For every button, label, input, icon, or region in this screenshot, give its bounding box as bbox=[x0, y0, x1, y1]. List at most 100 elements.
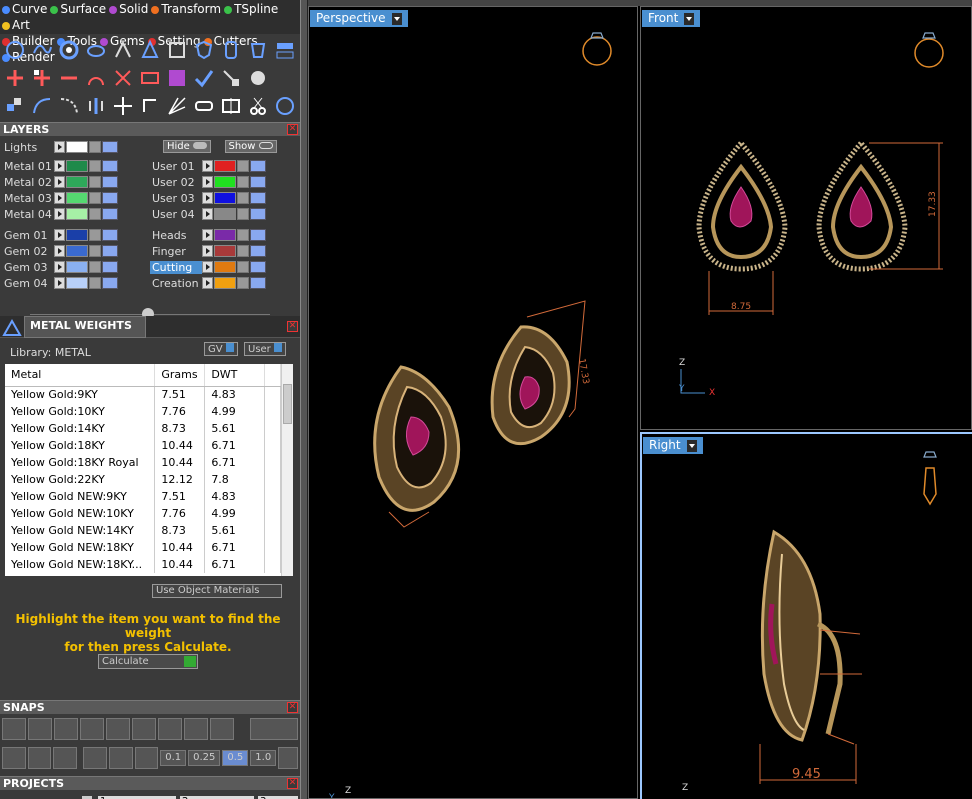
layer-row-gem-04[interactable]: Gem 04 bbox=[2, 275, 119, 291]
layer-row-gem-03[interactable]: Gem 03 bbox=[2, 259, 119, 275]
layer-row-creation[interactable]: Creation bbox=[150, 275, 267, 291]
menu-curve[interactable]: Curve bbox=[2, 1, 47, 17]
lock-icon[interactable] bbox=[237, 192, 249, 204]
lock-icon[interactable] bbox=[89, 277, 101, 289]
arrow-icon[interactable] bbox=[202, 229, 213, 241]
column-header-grams[interactable]: Grams bbox=[154, 364, 206, 387]
table-row[interactable]: Yellow Gold NEW:18KY... 10.44 6.71 bbox=[5, 556, 281, 573]
sphere-tool-icon[interactable] bbox=[245, 65, 271, 91]
arrow-icon[interactable] bbox=[54, 192, 65, 204]
visibility-icon[interactable] bbox=[250, 208, 266, 220]
lock-icon[interactable] bbox=[237, 245, 249, 257]
layer-color-swatch[interactable] bbox=[66, 245, 88, 257]
insert-point-icon[interactable] bbox=[29, 65, 55, 91]
layer-color-swatch[interactable] bbox=[66, 192, 88, 204]
layer-row-gem-01[interactable]: Gem 01 bbox=[2, 227, 119, 243]
layer-row-user-03[interactable]: User 03 bbox=[150, 190, 267, 206]
add-point-icon[interactable] bbox=[2, 65, 28, 91]
axis-icon[interactable] bbox=[134, 747, 159, 769]
scroll-thumb[interactable] bbox=[283, 384, 292, 424]
move-tool-icon[interactable] bbox=[110, 93, 136, 119]
join-tool-icon[interactable] bbox=[137, 65, 163, 91]
frame-tool-icon[interactable] bbox=[164, 37, 190, 63]
rotate-tool-icon[interactable] bbox=[137, 93, 163, 119]
shield-tool-icon[interactable] bbox=[191, 37, 217, 63]
layer-color-swatch[interactable] bbox=[214, 229, 236, 241]
arrow-icon[interactable] bbox=[54, 160, 65, 172]
layer-row-metal-01[interactable]: Metal 01 bbox=[2, 158, 119, 174]
visibility-icon[interactable] bbox=[250, 176, 266, 188]
snap-end-icon[interactable] bbox=[210, 718, 234, 740]
delete-point-icon[interactable] bbox=[56, 65, 82, 91]
menu-solid[interactable]: Solid bbox=[109, 1, 148, 17]
perspective-viewport[interactable]: Perspective 17.33 Z Y bbox=[308, 6, 638, 799]
table-row[interactable]: Yellow Gold NEW:14KY 8.73 5.61 bbox=[5, 522, 281, 539]
layer-color-swatch[interactable] bbox=[66, 277, 88, 289]
right-viewport[interactable]: Right 9.45 Z bbox=[640, 432, 972, 799]
tube-tool-icon[interactable] bbox=[245, 37, 271, 63]
layer-row-user-04[interactable]: User 04 bbox=[150, 206, 267, 222]
visibility-icon[interactable] bbox=[250, 229, 266, 241]
layer-color-swatch[interactable] bbox=[214, 160, 236, 172]
arrow-icon[interactable] bbox=[54, 208, 65, 220]
grid-dots-icon[interactable] bbox=[83, 747, 107, 769]
snap-grid-toggle[interactable] bbox=[278, 747, 298, 769]
layer-row-user-01[interactable]: User 01 bbox=[150, 158, 267, 174]
arrow-icon[interactable] bbox=[202, 208, 213, 220]
layer-row-finger[interactable]: Finger bbox=[150, 243, 267, 259]
layer-row-lights[interactable]: Lights bbox=[2, 139, 119, 155]
hide-button[interactable]: Hide bbox=[163, 140, 211, 153]
visibility-icon[interactable] bbox=[250, 245, 266, 257]
column-header-metal[interactable]: Metal bbox=[5, 364, 156, 387]
table-row[interactable]: Yellow Gold:9KY 7.51 4.83 bbox=[5, 386, 281, 403]
lock-icon[interactable] bbox=[237, 176, 249, 188]
mirror-tool-icon[interactable] bbox=[83, 93, 109, 119]
visibility-icon[interactable] bbox=[102, 277, 118, 289]
visibility-icon[interactable] bbox=[250, 261, 266, 273]
curve-tool-icon[interactable] bbox=[29, 93, 55, 119]
layer-color-swatch[interactable] bbox=[214, 245, 236, 257]
table-row[interactable]: Yellow Gold NEW:10KY 7.76 4.99 bbox=[5, 505, 281, 522]
layer-color-swatch[interactable] bbox=[214, 261, 236, 273]
arc-tool-icon[interactable] bbox=[83, 65, 109, 91]
snap-value-0-25[interactable]: 0.25 bbox=[188, 750, 221, 766]
layer-color-swatch[interactable] bbox=[214, 208, 236, 220]
layer-row-cutting[interactable]: Cutting bbox=[150, 259, 267, 275]
snap-point-icon[interactable] bbox=[80, 718, 104, 740]
menu-tspline[interactable]: TSpline bbox=[224, 1, 278, 17]
freeform-tool-icon[interactable] bbox=[29, 37, 55, 63]
use-object-materials-button[interactable]: Use Object Materials bbox=[152, 584, 282, 598]
cutter-tool-icon[interactable] bbox=[164, 65, 190, 91]
close-icon[interactable]: ✕ bbox=[287, 778, 298, 789]
layer-row-metal-02[interactable]: Metal 02 bbox=[2, 174, 119, 190]
link-tool-icon[interactable] bbox=[191, 93, 217, 119]
trim-tool-icon[interactable] bbox=[110, 65, 136, 91]
front-viewport[interactable]: Front 17.33 8.75 Z Y X bbox=[640, 6, 972, 430]
menu-transform[interactable]: Transform bbox=[151, 1, 221, 17]
lights-swatch[interactable] bbox=[66, 141, 88, 153]
layer-color-swatch[interactable] bbox=[66, 229, 88, 241]
lock-icon[interactable] bbox=[237, 208, 249, 220]
profile-tool-icon[interactable] bbox=[110, 37, 136, 63]
lock-icon[interactable] bbox=[237, 261, 249, 273]
arrow-icon[interactable] bbox=[54, 141, 65, 153]
lock-icon[interactable] bbox=[89, 176, 101, 188]
close-icon[interactable]: ✕ bbox=[287, 124, 298, 135]
plane-icon[interactable] bbox=[108, 747, 133, 769]
lock-icon[interactable] bbox=[89, 208, 101, 220]
arrow-icon[interactable] bbox=[202, 261, 213, 273]
show-button[interactable]: Show bbox=[224, 140, 277, 153]
lock-icon[interactable] bbox=[89, 261, 101, 273]
arrow-icon[interactable] bbox=[202, 245, 213, 257]
ring-outline-icon[interactable] bbox=[272, 93, 298, 119]
snap-curve-icon[interactable] bbox=[28, 718, 52, 740]
layer-row-metal-03[interactable]: Metal 03 bbox=[2, 190, 119, 206]
toggle-tool-icon[interactable] bbox=[272, 37, 298, 63]
visibility-icon[interactable] bbox=[250, 277, 266, 289]
table-row[interactable]: Yellow Gold:10KY 7.76 4.99 bbox=[5, 403, 281, 420]
check-tool-icon[interactable] bbox=[191, 65, 217, 91]
spray-tool-icon[interactable] bbox=[164, 93, 190, 119]
visibility-icon[interactable] bbox=[102, 160, 118, 172]
gv-toggle[interactable]: GV bbox=[204, 342, 238, 356]
layer-color-swatch[interactable] bbox=[66, 160, 88, 172]
